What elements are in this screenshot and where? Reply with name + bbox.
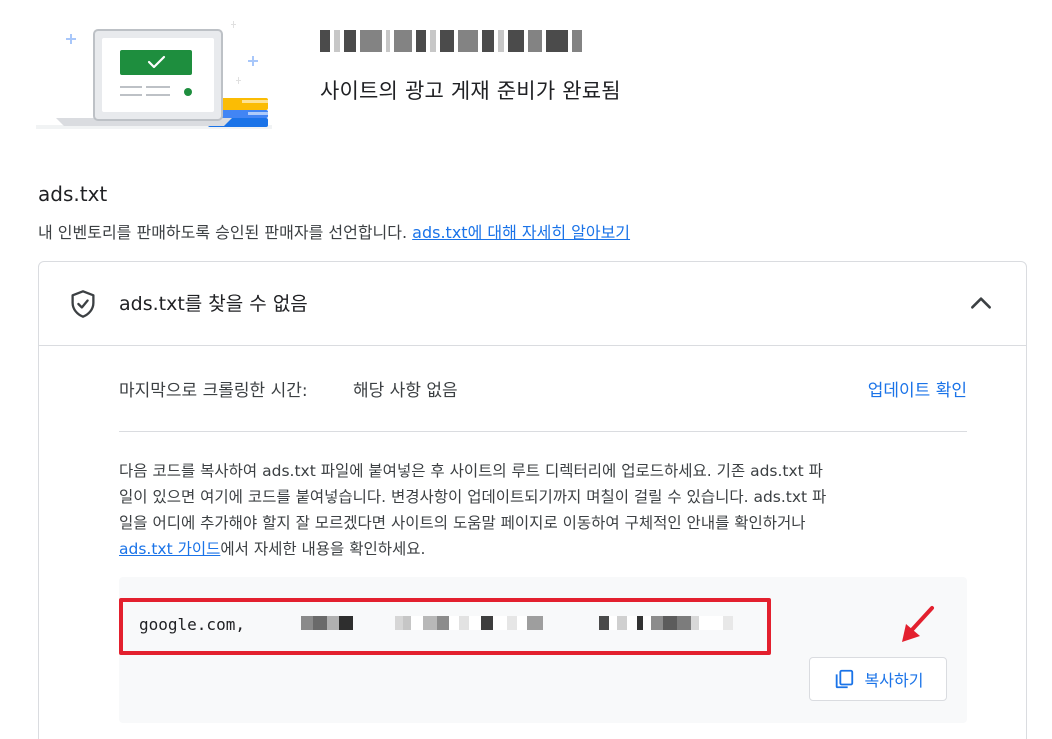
chevron-up-icon[interactable]: [968, 290, 994, 316]
ads-txt-status-card: ads.txt를 찾을 수 없음 마지막으로 크롤링한 시간: 해당 사항 없음…: [38, 261, 1027, 739]
site-ready-illustration: [36, 21, 272, 129]
ads-txt-code-panel: google.com, 복사하기: [119, 577, 967, 723]
last-crawled-label: 마지막으로 크롤링한 시간:: [119, 381, 308, 401]
copy-button[interactable]: 복사하기: [809, 657, 947, 701]
instructions-line-2: 일이 있으면 여기에 코드를 붙여넣습니다. 변경사항이 업데이트되기까지 며칠…: [119, 488, 827, 506]
site-status-text: 사이트의 광고 게재 준비가 완료됨: [320, 79, 621, 103]
ads-txt-instructions: 다음 코드를 복사하여 ads.txt 파일에 붙여넣은 후 사이트의 루트 디…: [119, 458, 979, 562]
section-description-text: 내 인벤토리를 판매하도록 승인된 판매자를 선언합니다.: [38, 223, 413, 242]
annotation-arrow-icon: [902, 606, 934, 642]
instructions-line-3: 일을 어디에 추가해야 할지 잘 모르겠다면 사이트의 도움말 페이지로 이동하…: [119, 514, 806, 532]
divider: [119, 431, 967, 432]
section-description: 내 인벤토리를 판매하도록 승인된 판매자를 선언합니다. ads.txt에 대…: [38, 219, 630, 243]
shield-check-icon: [71, 290, 95, 318]
ads-txt-guide-link[interactable]: ads.txt 가이드: [119, 540, 220, 558]
instructions-line-4: ads.txt 가이드에서 자세한 내용을 확인하세요.: [119, 536, 979, 562]
last-crawled-value: 해당 사항 없음: [353, 381, 458, 401]
ads-txt-learn-more-link[interactable]: ads.txt에 대해 자세히 알아보기: [412, 223, 630, 242]
site-domain-obscured: [320, 26, 582, 56]
instructions-line-1: 다음 코드를 복사하여 ads.txt 파일에 붙여넣은 후 사이트의 루트 디…: [119, 462, 823, 480]
copy-icon: [835, 669, 853, 689]
instructions-line-4-text: 에서 자세한 내용을 확인하세요.: [220, 540, 426, 558]
section-title: ads.txt: [38, 182, 108, 206]
code-highlight-box: [119, 598, 771, 655]
ads-txt-card-header[interactable]: ads.txt를 찾을 수 없음: [39, 262, 1026, 346]
ads-txt-status-title: ads.txt를 찾을 수 없음: [119, 293, 308, 315]
last-crawled-row: 마지막으로 크롤링한 시간: 해당 사항 없음 업데이트 확인: [119, 374, 967, 404]
copy-button-label: 복사하기: [864, 671, 924, 690]
adsense-site-page: 사이트의 광고 게재 준비가 완료됨 ads.txt 내 인벤토리를 판매하도록…: [0, 0, 1052, 739]
check-update-link[interactable]: 업데이트 확인: [868, 376, 967, 401]
